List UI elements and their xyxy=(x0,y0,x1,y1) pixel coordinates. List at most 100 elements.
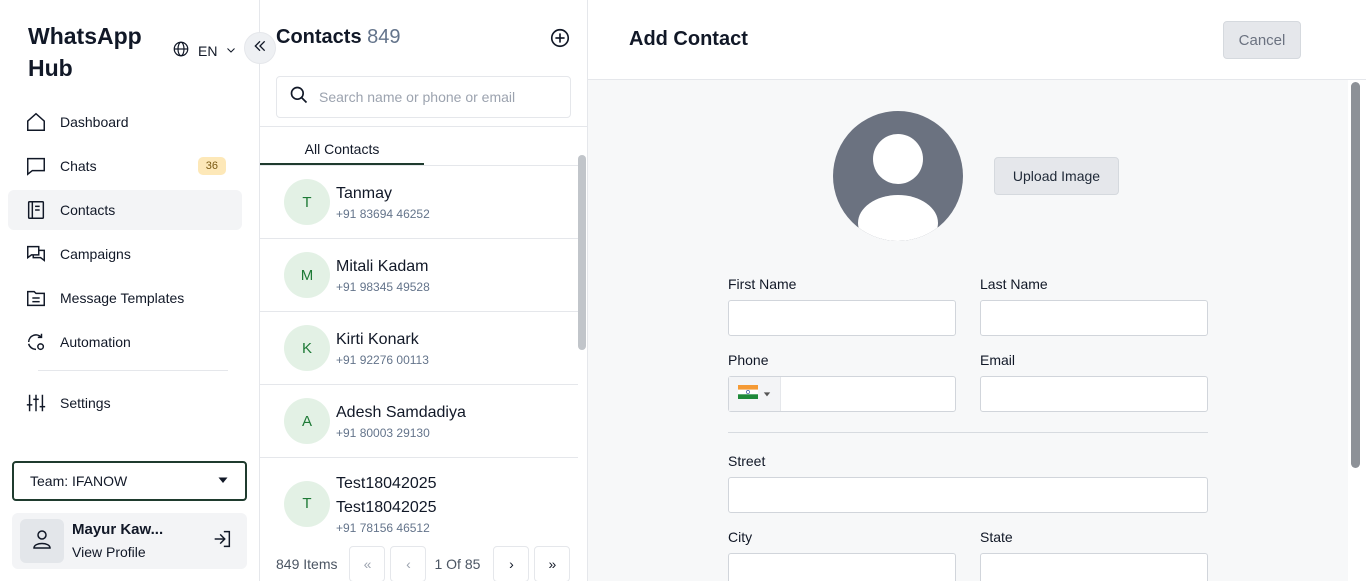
contact-name: Mitali Kadam xyxy=(336,258,429,275)
contact-row[interactable]: T Test18042025 Test18042025 +91 78156 46… xyxy=(260,458,578,532)
contact-info: Mitali Kadam +91 98345 49528 xyxy=(336,255,430,295)
nav-label-settings: Settings xyxy=(60,395,111,411)
india-flag-icon xyxy=(738,384,758,404)
contact-name-line-2: Test18042025 xyxy=(336,498,437,516)
nav-label-automation: Automation xyxy=(60,334,131,350)
profile-name: Mayur Kaw... xyxy=(72,521,164,538)
view-profile-link[interactable]: View Profile xyxy=(72,541,163,563)
pagination: 849 Items « ‹ 1 Of 85 › » xyxy=(276,546,571,581)
nav-label-campaigns: Campaigns xyxy=(60,246,131,262)
city-label: City xyxy=(728,529,753,545)
form-divider xyxy=(728,432,1208,433)
contact-avatar: K xyxy=(284,325,330,371)
profile-card: Mayur Kaw... View Profile xyxy=(12,513,247,569)
nav-divider xyxy=(38,370,228,371)
nav-item-chats[interactable]: Chats 36 xyxy=(8,146,242,186)
nav-item-message-templates[interactable]: Message Templates xyxy=(8,278,242,318)
chat-icon xyxy=(24,154,48,178)
email-input[interactable] xyxy=(980,376,1208,412)
contact-avatar: T xyxy=(284,480,330,527)
globe-icon xyxy=(172,40,190,61)
contact-row[interactable]: M Mitali Kadam +91 98345 49528 xyxy=(260,239,578,312)
language-selector[interactable]: EN xyxy=(172,40,237,61)
search-icon xyxy=(289,85,309,110)
profile-info: Mayur Kaw... View Profile xyxy=(72,519,163,563)
contact-avatar: T xyxy=(284,179,330,225)
team-selector[interactable]: Team: IFANOW xyxy=(12,461,247,501)
street-input[interactable] xyxy=(728,477,1208,513)
templates-icon xyxy=(24,286,48,310)
contacts-count: 849 xyxy=(367,26,401,48)
contact-name: Test18042025 xyxy=(336,474,437,492)
user-icon xyxy=(30,527,54,556)
nav-item-contacts[interactable]: Contacts xyxy=(8,190,242,230)
nav-label-dashboard: Dashboard xyxy=(60,114,129,130)
nav-label-contacts: Contacts xyxy=(60,202,116,218)
contacts-title: Contacts 849 xyxy=(276,26,401,49)
home-icon xyxy=(24,110,48,134)
tab-all-contacts[interactable]: All Contacts xyxy=(260,138,424,165)
nav-item-campaigns[interactable]: Campaigns xyxy=(8,234,242,274)
country-code-selector[interactable] xyxy=(729,377,781,411)
last-name-input[interactable] xyxy=(980,300,1208,336)
last-page-button[interactable]: » xyxy=(534,546,571,581)
page-title: Add Contact xyxy=(629,28,748,50)
contact-list-scrollbar[interactable] xyxy=(578,155,586,350)
add-contact-icon[interactable] xyxy=(549,27,571,54)
last-name-field: Last Name xyxy=(980,276,1208,336)
first-name-field: First Name xyxy=(728,276,956,336)
caret-down-icon xyxy=(217,473,229,489)
contact-row[interactable]: T Tanmay +91 83694 46252 xyxy=(260,166,578,239)
contact-row[interactable]: A Adesh Samdadiya +91 80003 29130 xyxy=(260,385,578,458)
contacts-icon xyxy=(24,198,48,222)
first-name-label: First Name xyxy=(728,276,797,292)
form-scrollbar[interactable] xyxy=(1348,80,1366,581)
contact-phone: +91 78156 46512 xyxy=(336,520,430,533)
search-box xyxy=(276,76,571,118)
state-label: State xyxy=(980,529,1013,545)
city-input[interactable] xyxy=(728,553,956,581)
brand-line-1: WhatsApp xyxy=(28,23,142,49)
brand-line-2: Hub xyxy=(28,55,73,81)
upload-image-button[interactable]: Upload Image xyxy=(994,157,1119,195)
panel-header: Add Contact Cancel xyxy=(588,0,1366,80)
contact-info: Tanmay +91 83694 46252 xyxy=(336,182,430,222)
search-input[interactable] xyxy=(319,89,549,105)
contact-name: Adesh Samdadiya xyxy=(336,404,466,421)
first-page-button[interactable]: « xyxy=(349,546,386,581)
first-name-input[interactable] xyxy=(728,300,956,336)
cancel-button[interactable]: Cancel xyxy=(1223,21,1301,59)
tabs-divider xyxy=(260,126,588,127)
caret-down-icon xyxy=(763,385,771,403)
scrollbar-thumb[interactable] xyxy=(1351,82,1360,468)
prev-page-button[interactable]: ‹ xyxy=(390,546,427,581)
phone-input[interactable] xyxy=(728,376,956,412)
logout-icon[interactable] xyxy=(211,528,233,555)
email-field: Email xyxy=(980,352,1208,412)
chevron-down-icon xyxy=(225,43,237,59)
contact-info: Adesh Samdadiya +91 80003 29130 xyxy=(336,401,466,441)
contact-row[interactable]: K Kirti Konark +91 92276 00113 xyxy=(260,312,578,385)
contact-photo-placeholder xyxy=(833,111,963,241)
last-name-label: Last Name xyxy=(980,276,1048,292)
contact-phone: +91 92276 00113 xyxy=(336,353,429,367)
state-input[interactable] xyxy=(980,553,1208,581)
main-nav: Dashboard Chats 36 Contacts Campaigns Me… xyxy=(8,102,242,427)
avatar[interactable] xyxy=(20,519,64,563)
app-root: WhatsApp Hub EN Dashboard Chats 36 Conta… xyxy=(0,0,1366,581)
next-page-button[interactable]: › xyxy=(493,546,530,581)
contact-list: T Tanmay +91 83694 46252 M Mitali Kadam … xyxy=(260,165,578,532)
contact-phone: +91 83694 46252 xyxy=(336,207,430,221)
sliders-icon xyxy=(24,391,48,415)
add-contact-panel: Add Contact Cancel Upload Image First Na… xyxy=(588,0,1366,581)
street-label: Street xyxy=(728,453,766,469)
contact-avatar: A xyxy=(284,398,330,444)
team-name: Team: IFANOW xyxy=(30,473,128,489)
contacts-title-text: Contacts xyxy=(276,26,362,48)
nav-item-dashboard[interactable]: Dashboard xyxy=(8,102,242,142)
nav-item-automation[interactable]: Automation xyxy=(8,322,242,362)
contacts-panel: Contacts 849 All Contacts T Tanmay +91 8… xyxy=(260,0,588,581)
contact-info: Kirti Konark +91 92276 00113 xyxy=(336,328,429,368)
nav-item-settings[interactable]: Settings xyxy=(8,383,242,423)
collapse-sidebar-button[interactable] xyxy=(244,32,276,64)
